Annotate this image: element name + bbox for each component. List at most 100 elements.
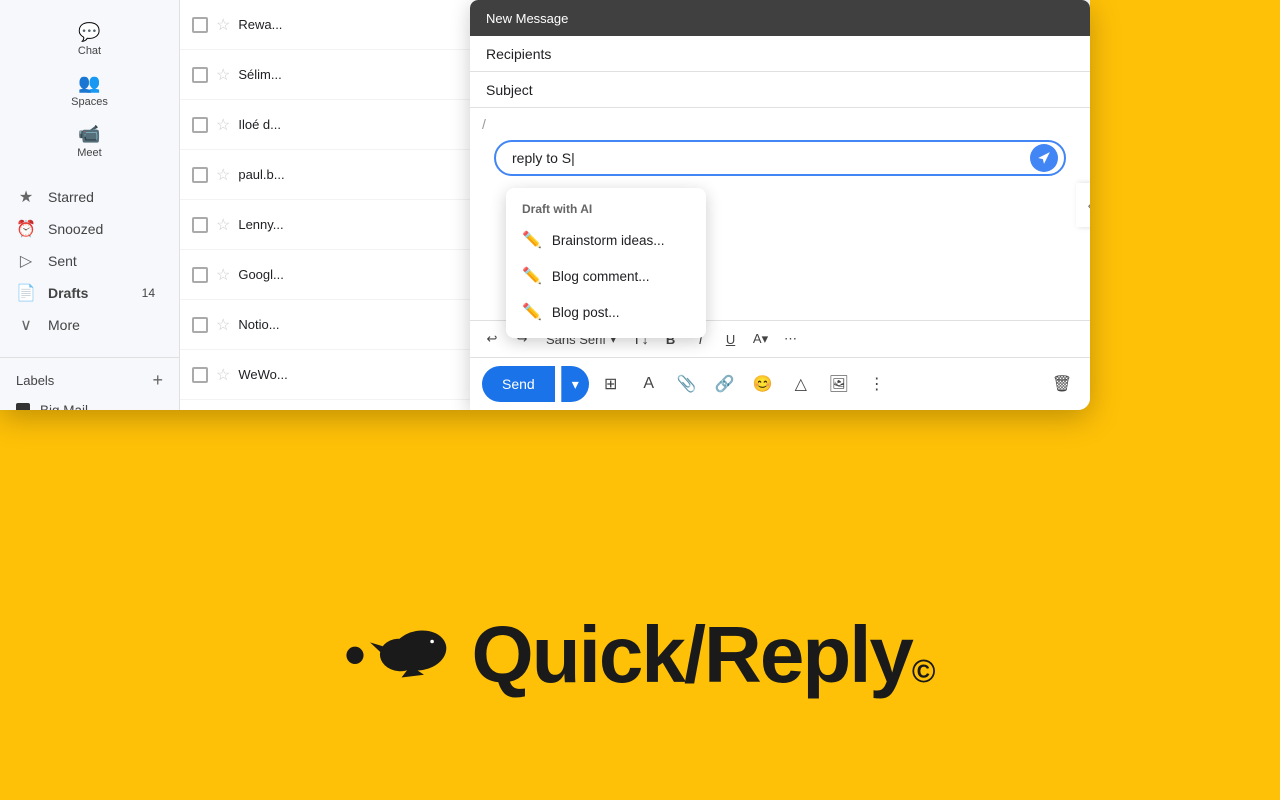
email-sender: paul.b... [238, 167, 284, 182]
email-item[interactable]: ☆ Googl... [180, 250, 509, 300]
labels-section-header: Labels + [0, 366, 179, 395]
sidebar-nav: 💬 Chat 👥 Spaces 📹 Meet [0, 8, 179, 173]
more-options-button[interactable]: ⋮ [861, 368, 893, 400]
recipients-field[interactable]: Recipients [470, 36, 1090, 72]
email-checkbox[interactable] [192, 367, 208, 383]
email-checkbox[interactable] [192, 267, 208, 283]
email-checkbox[interactable] [192, 67, 208, 83]
emoji-button[interactable]: 😊 [747, 368, 779, 400]
sidebar-spaces-label: Spaces [71, 96, 108, 108]
star-icon[interactable]: ☆ [216, 315, 230, 335]
delete-draft-button[interactable]: 🗑 [1046, 368, 1078, 400]
star-icon[interactable]: ☆ [216, 115, 230, 135]
compose-bottom-toolbar: Send ▾ ⊞ A 📎 🔗 😊 △ 🖼 ⋮ 🗑 [470, 358, 1090, 410]
label-bigmail[interactable]: Big Mail [0, 395, 179, 410]
collapse-chevron-icon: ‹ [1088, 197, 1090, 213]
compose-header: New Message [470, 0, 1090, 36]
email-sender: Sélim... [238, 67, 281, 82]
compose-body[interactable]: / Draft with AI ✏️ Brainstorm ideas... [470, 108, 1090, 320]
attach-button[interactable]: 📎 [671, 368, 703, 400]
sidebar-divider [0, 357, 179, 358]
starred-label: Starred [48, 189, 155, 205]
ai-input-container: Draft with AI ✏️ Brainstorm ideas... ✏️ … [494, 140, 1066, 176]
star-icon[interactable]: ☆ [216, 65, 230, 85]
sidebar-item-spaces[interactable]: 👥 Spaces [54, 67, 126, 114]
star-icon[interactable]: ☆ [216, 265, 230, 285]
email-item[interactable]: ☆ Iloé d... [180, 100, 509, 150]
snoozed-icon: ⏰ [16, 219, 36, 239]
drafts-label: Drafts [48, 285, 130, 301]
email-item[interactable]: ☆ Lenny... [180, 200, 509, 250]
more-menu-label: More [48, 317, 155, 333]
sidebar-snoozed[interactable]: ⏰ Snoozed [0, 213, 171, 245]
email-checkbox[interactable] [192, 117, 208, 133]
email-item[interactable]: ☆ WeWo... [180, 400, 509, 410]
labels-title: Labels [16, 373, 54, 388]
email-sender: Iloé d... [238, 117, 281, 132]
email-checkbox[interactable] [192, 167, 208, 183]
spaces-icon: 👥 [78, 73, 100, 94]
email-item[interactable]: ☆ WeWo... [180, 350, 509, 400]
subject-label: Subject [486, 82, 533, 98]
send-button[interactable]: Send [482, 366, 555, 402]
sidebar-more-menu[interactable]: ∨ More [0, 309, 171, 341]
sidebar-starred[interactable]: ★ Starred [0, 181, 171, 213]
email-item[interactable]: ☆ Sélim... [180, 50, 509, 100]
email-sender: Googl... [238, 267, 284, 282]
undo-button[interactable]: ↩ [478, 325, 506, 353]
ai-pencil-icon: ✏️ [522, 230, 542, 250]
brainstorm-option[interactable]: ✏️ Brainstorm ideas... [506, 222, 706, 258]
brand-bird-icon [366, 610, 456, 700]
photo-button[interactable]: 🖼 [823, 368, 855, 400]
brainstorm-label: Brainstorm ideas... [552, 233, 665, 248]
sidebar-item-chat[interactable]: 💬 Chat [54, 16, 126, 63]
collapse-button[interactable]: ‹ [1076, 183, 1090, 227]
sidebar: 💬 Chat 👥 Spaces 📹 Meet ★ Starred ⏰ Snooz… [0, 0, 180, 410]
more-formatting-button[interactable]: ⋯ [777, 325, 805, 353]
draft-ai-dropdown: Draft with AI ✏️ Brainstorm ideas... ✏️ … [506, 188, 706, 338]
sidebar-sent[interactable]: ▷ Sent [0, 245, 171, 277]
star-icon: ★ [16, 187, 36, 207]
email-checkbox[interactable] [192, 317, 208, 333]
blog-post-option[interactable]: ✏️ Blog post... [506, 294, 706, 330]
subject-field[interactable]: Subject [470, 72, 1090, 108]
sent-icon: ▷ [16, 251, 36, 271]
chevron-down-icon: ∨ [16, 315, 36, 335]
bigmail-dot [16, 403, 30, 410]
sidebar-drafts[interactable]: 📄 Drafts 14 [0, 277, 171, 309]
underline-button[interactable]: U [717, 325, 745, 353]
email-item[interactable]: ☆ paul.b... [180, 150, 509, 200]
text-color-button[interactable]: A [633, 368, 665, 400]
add-label-button[interactable]: + [152, 370, 163, 391]
email-list: ☆ Rewa... ☆ Sélim... ☆ Iloé d... ☆ paul.… [180, 0, 510, 410]
send-dropdown-button[interactable]: ▾ [561, 366, 589, 402]
recipients-label: Recipients [486, 46, 551, 62]
blog-comment-option[interactable]: ✏️ Blog comment... [506, 258, 706, 294]
brand-copyright: © [912, 655, 936, 687]
ai-input[interactable] [494, 140, 1066, 176]
grid-icon-button[interactable]: ⊞ [595, 368, 627, 400]
drive-button[interactable]: △ [785, 368, 817, 400]
email-checkbox[interactable] [192, 217, 208, 233]
star-icon[interactable]: ☆ [216, 15, 230, 35]
email-item[interactable]: ☆ Notio... [180, 300, 509, 350]
draft-ai-header: Draft with AI [506, 196, 706, 222]
brand-dot: • [345, 625, 366, 685]
ai-pencil2-icon: ✏️ [522, 266, 542, 286]
gmail-ui: 💬 Chat 👥 Spaces 📹 Meet ★ Starred ⏰ Snooz… [0, 0, 1090, 410]
email-sender: WeWo... [238, 367, 287, 382]
email-checkbox[interactable] [192, 17, 208, 33]
brand-text: Quick/Reply [472, 615, 912, 695]
star-icon[interactable]: ☆ [216, 215, 230, 235]
email-sender: Notio... [238, 317, 279, 332]
link-button[interactable]: 🔗 [709, 368, 741, 400]
ai-send-button[interactable] [1030, 144, 1058, 172]
drafts-badge: 14 [142, 286, 155, 300]
email-item[interactable]: ☆ Rewa... [180, 0, 509, 50]
sidebar-item-meet[interactable]: 📹 Meet [54, 118, 126, 165]
star-icon[interactable]: ☆ [216, 365, 230, 385]
font-color-button[interactable]: A▾ [747, 325, 775, 353]
star-icon[interactable]: ☆ [216, 165, 230, 185]
branding-section: • Quick/Reply © [345, 610, 936, 700]
blog-comment-label: Blog comment... [552, 269, 650, 284]
